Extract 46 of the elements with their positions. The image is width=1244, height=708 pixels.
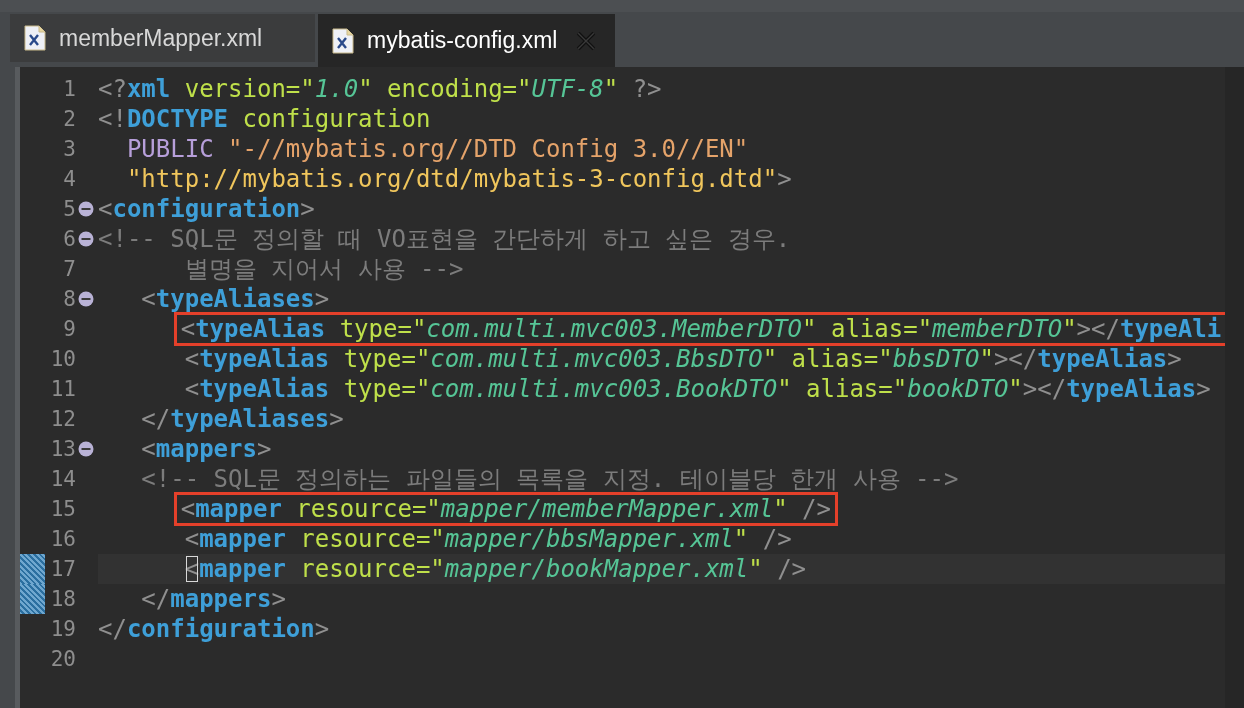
code-line: </configuration> — [98, 615, 330, 643]
code-line: <configuration> — [98, 195, 315, 223]
line-number: 10 — [49, 347, 76, 371]
code-line: <typeAlias type="com.multi.mvc003.BbsDTO" alias="bbsDTO"></typeAlias> — [184, 345, 1182, 373]
code-line: 별명을 지어서 사용 --> — [184, 255, 464, 283]
code-line: <!-- SQL문 정의하는 파일들의 목록을 지정. 테이블당 한개 사용 --> — [141, 465, 959, 493]
code-line: "http://mybatis.org/dtd/mybatis-3-config.dtd"> — [126, 165, 792, 193]
editor-tab[interactable]: memberMapper.xml — [10, 14, 315, 62]
line-number: 6 — [62, 227, 76, 251]
xml-file-icon — [332, 27, 354, 54]
line-number: 11 — [49, 377, 76, 401]
code-line: </typeAliases> — [141, 405, 344, 433]
code-line: <mapper resource="mapper/bbsMapper.xml" /> — [184, 525, 792, 553]
code-line: <typeAliases> — [141, 285, 330, 313]
xml-file-icon — [24, 25, 46, 51]
line-number: 3 — [62, 137, 76, 161]
collapse-icon[interactable] — [78, 441, 94, 457]
code-line: <!DOCTYPE configuration — [98, 105, 431, 133]
collapse-icon[interactable] — [78, 201, 94, 217]
code-line: </mappers> — [141, 585, 286, 613]
line-number: 5 — [62, 197, 76, 221]
code-line: <!-- SQL문 정의할 때 VO표현을 간단하게 하고 싶은 경우. — [98, 225, 791, 253]
line-number: 7 — [62, 257, 76, 281]
line-number: 8 — [62, 287, 76, 311]
line-number: 20 — [49, 647, 76, 671]
code-line: <mappers> — [141, 435, 272, 463]
line-number: 2 — [62, 107, 76, 131]
line-number: 16 — [49, 527, 76, 551]
code-line: PUBLIC "-//mybatis.org//DTD Config 3.0//EN" — [126, 135, 749, 163]
line-number: 1 — [62, 77, 76, 101]
line-number: 9 — [62, 317, 76, 341]
code-line: <typeAlias type="com.multi.mvc003.BookDTO" alias="bookDTO"></typeAlias> — [184, 375, 1211, 403]
code-line: <?xml version="1.0" encoding="UTF-8" ?> — [98, 75, 662, 103]
line-number: 18 — [49, 587, 76, 611]
line-number: 17 — [49, 557, 76, 581]
collapse-icon[interactable] — [78, 291, 94, 307]
collapse-icon[interactable] — [78, 231, 94, 247]
line-number: 14 — [49, 467, 76, 491]
line-number: 12 — [49, 407, 76, 431]
line-number: 15 — [49, 497, 76, 521]
line-number: 19 — [49, 617, 76, 641]
line-number: 4 — [62, 167, 76, 191]
line-number: 13 — [49, 437, 76, 461]
code-line: <typeAlias type="com.multi.mvc003.MemberDTO" alias="memberDTO"></typeAli — [176, 315, 1226, 343]
editor-tab[interactable]: mybatis-config.xml — [318, 14, 615, 67]
code-line: <mapper resource="mapper/memberMapper.xml" /> — [176, 495, 835, 523]
